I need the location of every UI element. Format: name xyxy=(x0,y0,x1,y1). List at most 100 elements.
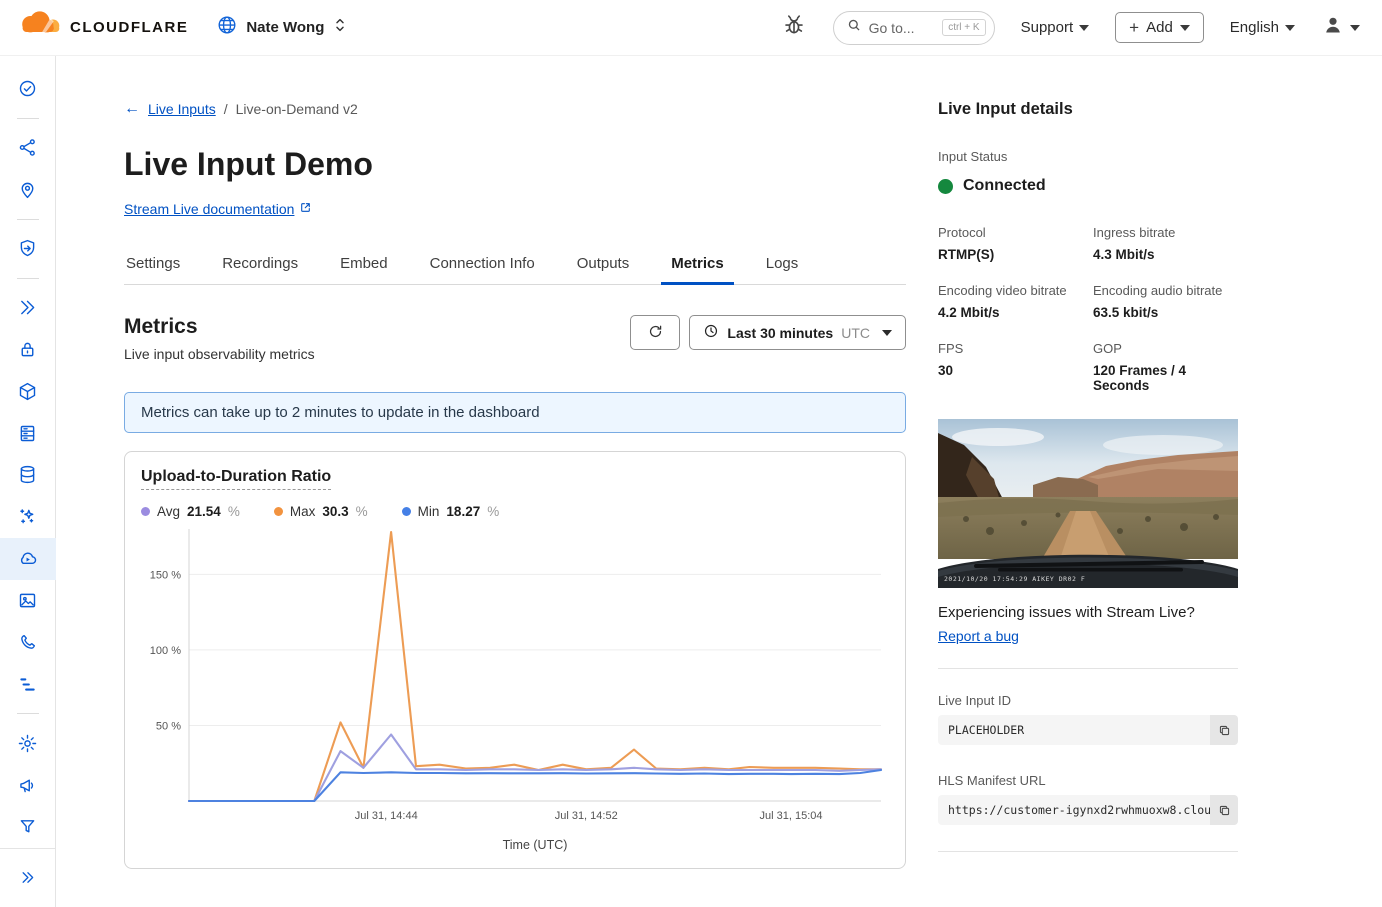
sidebar-item-megaphone[interactable] xyxy=(0,764,56,806)
detail-label: Protocol xyxy=(938,225,1093,240)
sidebar-item-funnel[interactable] xyxy=(0,806,56,848)
sidebar-item-gear[interactable] xyxy=(0,722,56,764)
sidebar-item-cube[interactable] xyxy=(0,370,56,412)
cloudflare-wordmark: CLOUDFLARE xyxy=(70,19,188,36)
metrics-subheading: Live input observability metrics xyxy=(124,346,315,362)
database-icon xyxy=(17,464,38,485)
language-label: English xyxy=(1230,19,1279,36)
input-status-label: Input Status xyxy=(938,149,1238,164)
detail-label: GOP xyxy=(1093,341,1238,356)
refresh-button[interactable] xyxy=(630,315,680,350)
legend-item-max[interactable]: Max30.3% xyxy=(274,504,368,519)
copy-hls-manifest-button[interactable] xyxy=(1210,795,1238,825)
sidebar-item-lock[interactable] xyxy=(0,328,56,370)
detail-value: 4.3 Mbit/s xyxy=(1093,247,1238,262)
breadcrumb-back-link[interactable]: Live Inputs xyxy=(148,101,216,117)
legend-name: Min xyxy=(418,504,440,519)
tab-logs[interactable]: Logs xyxy=(764,247,801,284)
detail-ingress-bitrate: Ingress bitrate 4.3 Mbit/s xyxy=(1093,225,1238,262)
time-zone-label: UTC xyxy=(841,325,870,341)
detail-value: 4.2 Mbit/s xyxy=(938,305,1093,320)
bug-icon[interactable] xyxy=(781,12,807,43)
add-button[interactable]: + Add xyxy=(1115,12,1204,43)
panel-heading: Live Input details xyxy=(938,100,1238,119)
support-label: Support xyxy=(1021,19,1074,36)
live-input-id-label: Live Input ID xyxy=(938,693,1238,708)
sidebar-item-stream-cloud-play[interactable] xyxy=(0,538,56,580)
share-network-icon xyxy=(17,137,38,158)
ai-sparkles-icon xyxy=(17,506,38,527)
gear-icon xyxy=(17,733,38,754)
cube-icon xyxy=(17,381,38,402)
sidebar-item-stacked-bars[interactable] xyxy=(0,663,56,705)
globe-icon xyxy=(216,14,238,41)
tab-connection-info[interactable]: Connection Info xyxy=(428,247,537,284)
sidebar-item-speed-chevrons[interactable] xyxy=(0,287,56,329)
tab-metrics[interactable]: Metrics xyxy=(669,247,726,284)
live-input-details-panel: Live Input details Input Status Connecte… xyxy=(938,100,1238,907)
divider xyxy=(938,668,1238,669)
time-check-icon xyxy=(17,78,38,99)
lock-icon xyxy=(17,339,38,360)
stacked-bars-icon xyxy=(17,674,38,695)
sidebar-item-location-pin[interactable] xyxy=(0,169,56,211)
detail-encoding-audio-bitrate: Encoding audio bitrate63.5 kbit/s xyxy=(1093,283,1238,320)
legend-value: 21.54 xyxy=(187,504,221,519)
sidebar-item-calls-phone[interactable] xyxy=(0,622,56,664)
thumbnail-timestamp: 2021/10/20 17:54:29 AIKEY DR02 F xyxy=(944,575,1085,583)
detail-gop: GOP120 Frames / 4 Seconds xyxy=(1093,341,1238,393)
sidebar-item-server[interactable] xyxy=(0,412,56,454)
detail-encoding-video-bitrate: Encoding video bitrate4.2 Mbit/s xyxy=(938,283,1093,320)
time-range-dropdown[interactable]: Last 30 minutes UTC xyxy=(689,315,906,350)
cloudflare-logo[interactable]: CLOUDFLARE xyxy=(14,8,188,47)
sidebar-item-database[interactable] xyxy=(0,454,56,496)
legend-unit: % xyxy=(356,504,368,519)
megaphone-icon xyxy=(17,775,38,796)
sidebar xyxy=(0,56,56,907)
svg-text:100 %: 100 % xyxy=(150,645,181,657)
account-switcher[interactable]: Nate Wong xyxy=(216,14,348,41)
shield-arrow-icon xyxy=(17,238,38,259)
sidebar-item-images[interactable] xyxy=(0,580,56,622)
svg-text:50 %: 50 % xyxy=(156,720,181,732)
metrics-info-banner: Metrics can take up to 2 minutes to upda… xyxy=(124,392,906,433)
funnel-icon xyxy=(17,816,38,837)
sidebar-item-ai-sparkles[interactable] xyxy=(0,496,56,538)
sidebar-item-shield-arrow[interactable] xyxy=(0,228,56,270)
udr-chart-card: Upload-to-Duration Ratio Avg21.54% Max30.… xyxy=(124,451,906,869)
support-menu[interactable]: Support xyxy=(1021,19,1090,36)
status-value: Connected xyxy=(963,177,1046,195)
report-bug-link[interactable]: Report a bug xyxy=(938,628,1019,644)
stream-docs-link[interactable]: Stream Live documentation xyxy=(124,201,294,217)
copy-icon xyxy=(1217,803,1232,818)
search-shortcut-badge: ctrl + K xyxy=(942,19,985,36)
user-menu[interactable] xyxy=(1321,13,1360,42)
issues-text: Experiencing issues with Stream Live? xyxy=(938,604,1238,621)
tab-settings[interactable]: Settings xyxy=(124,247,182,284)
legend-dot xyxy=(141,507,150,516)
detail-label: Ingress bitrate xyxy=(1093,225,1238,240)
status-dot xyxy=(938,179,953,194)
metrics-heading: Metrics xyxy=(124,315,315,339)
svg-text:150 %: 150 % xyxy=(150,569,181,581)
double-chevron-right-icon xyxy=(18,868,37,887)
caret-down-icon xyxy=(1285,25,1295,31)
detail-protocol: ProtocolRTMP(S) xyxy=(938,225,1093,262)
chart-title: Upload-to-Duration Ratio xyxy=(141,468,331,490)
sidebar-item-time-check[interactable] xyxy=(0,68,56,110)
copy-live-input-id-button[interactable] xyxy=(1210,715,1238,745)
language-menu[interactable]: English xyxy=(1230,19,1295,36)
sidebar-item-share-network[interactable] xyxy=(0,127,56,169)
tab-recordings[interactable]: Recordings xyxy=(220,247,300,284)
legend-item-avg[interactable]: Avg21.54% xyxy=(141,504,240,519)
svg-text:Jul 31, 14:44: Jul 31, 14:44 xyxy=(355,810,418,822)
legend-item-min[interactable]: Min18.27% xyxy=(402,504,500,519)
sidebar-collapse-button[interactable] xyxy=(0,863,56,891)
select-updown-icon xyxy=(332,16,348,39)
global-search-input[interactable]: Go to... ctrl + K xyxy=(833,11,995,45)
cloudflare-cloud-icon xyxy=(14,8,64,47)
tab-outputs[interactable]: Outputs xyxy=(575,247,632,284)
live-input-id-field: PLACEHOLDER xyxy=(938,715,1238,745)
tab-embed[interactable]: Embed xyxy=(338,247,390,284)
add-label: Add xyxy=(1146,19,1173,36)
